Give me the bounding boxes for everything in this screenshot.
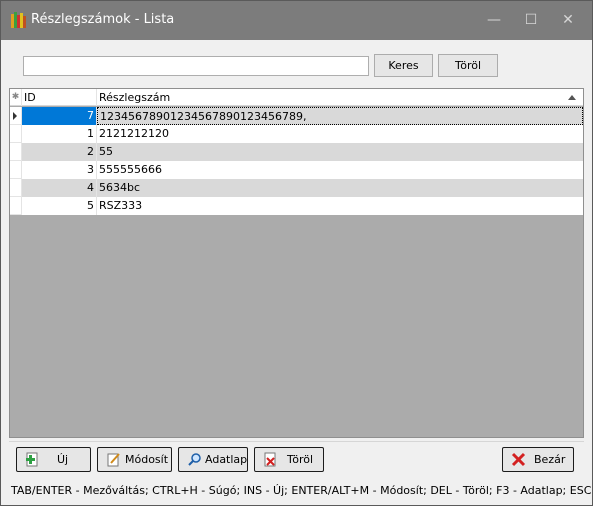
data-grid[interactable]: ✱ ID Részlegszám 7 123456789012345678901…	[9, 88, 584, 438]
status-bar: TAB/ENTER - Mezőváltás; CTRL+H - Súgó; I…	[11, 484, 592, 497]
close-button-label: Bezár	[534, 453, 566, 466]
delete-button-label: Töröl	[287, 453, 314, 466]
table-row[interactable]: 2 55	[10, 143, 583, 161]
grid-header: ✱ ID Részlegszám	[10, 89, 583, 106]
minimize-button[interactable]: —	[482, 9, 506, 31]
red-x-icon	[511, 452, 526, 467]
cell-id[interactable]: 5	[22, 197, 97, 215]
green-plus-document-icon	[26, 452, 38, 467]
red-x-document-icon	[264, 452, 276, 467]
row-indicator[interactable]	[10, 161, 22, 179]
cell-reszlegszam[interactable]: RSZ333	[97, 197, 583, 215]
books-icon	[11, 12, 26, 28]
table-row[interactable]: 1 2121212120	[10, 125, 583, 143]
close-button[interactable]: Bezár	[502, 447, 574, 472]
new-button[interactable]: Új	[16, 447, 91, 472]
maximize-button[interactable]: ☐	[519, 9, 543, 31]
cell-id[interactable]: 3	[22, 161, 97, 179]
delete-button[interactable]: Töröl	[254, 447, 324, 472]
clear-search-button[interactable]: Töröl	[438, 54, 498, 77]
cell-id[interactable]: 4	[22, 179, 97, 197]
datasheet-button[interactable]: Adatlap	[178, 447, 248, 472]
column-header-label: Részlegszám	[99, 91, 171, 104]
table-row[interactable]: 7 1234567890123456789012345​6789,	[10, 107, 583, 125]
cell-id[interactable]: 7	[22, 107, 97, 125]
new-button-label: Új	[57, 453, 69, 466]
row-indicator[interactable]	[10, 197, 22, 215]
window-title: Részlegszámok - Lista	[31, 12, 175, 27]
row-indicator[interactable]	[10, 143, 22, 161]
column-header-id[interactable]: ID	[22, 89, 97, 106]
search-input[interactable]	[23, 56, 369, 76]
edit-button[interactable]: Módosít	[97, 447, 172, 472]
close-window-button[interactable]: ✕	[556, 9, 580, 31]
cell-reszlegszam[interactable]: 55	[97, 143, 583, 161]
cell-reszlegszam[interactable]: 1234567890123456789012345​6789,	[97, 107, 583, 125]
cell-id[interactable]: 1	[22, 125, 97, 143]
table-row[interactable]: 5 RSZ333	[10, 197, 583, 215]
row-indicator[interactable]	[10, 107, 22, 125]
table-row[interactable]: 4 5634bc	[10, 179, 583, 197]
column-header-reszlegszam[interactable]: Részlegszám	[97, 89, 583, 106]
title-bar[interactable]: Részlegszámok - Lista — ☐ ✕	[1, 1, 592, 40]
sort-ascending-icon	[568, 95, 576, 100]
main-window: Részlegszámok - Lista — ☐ ✕ Keres Töröl …	[0, 0, 593, 506]
cell-reszlegszam[interactable]: 2121212120	[97, 125, 583, 143]
pencil-document-icon	[107, 453, 120, 467]
search-button[interactable]: Keres	[374, 54, 433, 77]
row-header-star-icon: ✱	[10, 89, 22, 106]
cell-reszlegszam[interactable]: 555555666	[97, 161, 583, 179]
current-row-arrow-icon	[13, 112, 17, 120]
datasheet-button-label: Adatlap	[205, 453, 248, 466]
row-indicator[interactable]	[10, 179, 22, 197]
cell-reszlegszam[interactable]: 5634bc	[97, 179, 583, 197]
cell-id[interactable]: 2	[22, 143, 97, 161]
table-row[interactable]: 3 555555666	[10, 161, 583, 179]
row-indicator[interactable]	[10, 125, 22, 143]
edit-button-label: Módosít	[125, 453, 169, 466]
magnifier-icon	[188, 453, 201, 466]
